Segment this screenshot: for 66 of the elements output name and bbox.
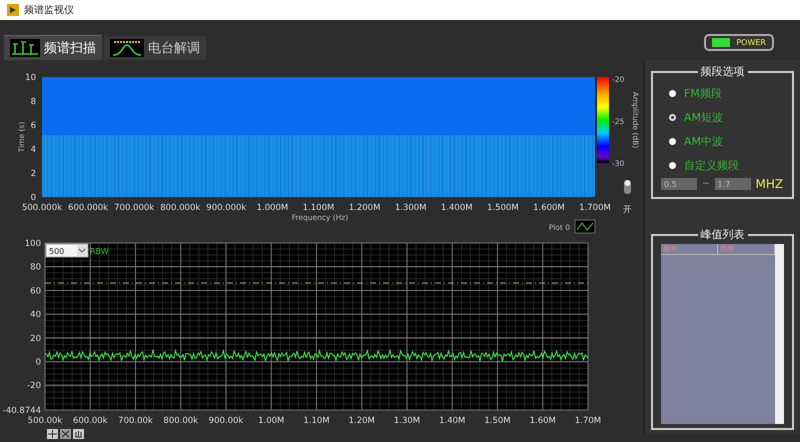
option-label: AM短波 <box>684 110 724 124</box>
plot-legend-icon <box>574 220 596 234</box>
axis-tick-label: 1.00M <box>258 416 284 426</box>
axis-tick-label: 600.000k <box>68 203 108 213</box>
option-label: 自定义频段 <box>684 158 739 172</box>
axis-tick-label: 500.000k <box>22 203 62 213</box>
axis-tick-label: 0 <box>36 358 41 368</box>
axis-tick-label: 1.70M <box>574 416 602 426</box>
axis-tick-label: 500.00k <box>28 416 62 426</box>
zoom-tool-icon[interactable] <box>47 429 58 439</box>
axis-tick-label: 20 <box>30 334 41 344</box>
axis-tick-label: 8 <box>30 97 36 107</box>
axis-tick-label: 1.60M <box>530 416 556 426</box>
axis-tick-label: 1.30M <box>394 416 420 426</box>
axis-tick-label: 6 <box>30 121 36 131</box>
axis-tick-label: 1.600M <box>533 203 565 213</box>
power-button[interactable]: POWER <box>704 34 774 50</box>
range-separator: ~ <box>702 179 710 189</box>
cursor-tool-icon[interactable] <box>60 429 71 439</box>
axis-tick-label: 1.100M <box>302 203 334 213</box>
axis-tick-label: 700.00k <box>118 416 153 426</box>
axis-tick-label: 1.50M <box>484 416 511 426</box>
axis-tick-label: 600.00k <box>72 416 108 426</box>
rbw-label: RBW <box>90 247 109 256</box>
axis-tick-label: 1.700M <box>579 203 611 213</box>
radio-button[interactable] <box>669 138 676 144</box>
axis-tick-label: -40.8744 <box>2 406 41 416</box>
axis-tick-label: 4 <box>30 145 36 155</box>
axis-tick-label: 900.00k <box>208 416 244 426</box>
axis-tick-label: 1.10M <box>303 416 330 426</box>
rbw-dropdown[interactable]: 500 <box>46 244 88 258</box>
axis-tick-label: 900.000k <box>206 203 246 213</box>
axis-tick-label: 800.000k <box>160 203 200 213</box>
axis-tick-label: 2 <box>30 169 36 179</box>
axis-tick-label: 1.500M <box>487 203 519 213</box>
tab[interactable]: 频谱扫描 <box>4 35 102 60</box>
window-title: 频谱监视仪 <box>24 4 74 17</box>
toggle-switch[interactable] <box>624 180 631 194</box>
radio-button[interactable] <box>669 90 676 96</box>
option-label: FM频段 <box>684 86 722 100</box>
scrollbar[interactable] <box>775 244 784 424</box>
switch-label: 开 <box>623 205 632 215</box>
axis-tick-label: 800.00k <box>163 416 198 426</box>
axis-tick-label: 40 <box>30 310 41 320</box>
spectrum-bars-icon <box>10 39 40 57</box>
axis-tick-label: 1.300M <box>394 203 426 213</box>
group-title: 峰值列表 <box>700 227 746 242</box>
unit-label: MHZ <box>756 177 784 191</box>
axis-tick-label: 100 <box>24 239 41 249</box>
option-label: AM中波 <box>684 134 724 148</box>
axis-tick-label: 1.200M <box>348 203 380 213</box>
axis-tick-label: 0 <box>30 193 36 203</box>
axis-tick-label: 60 <box>30 286 41 296</box>
axis-tick-label: 700.000k <box>114 203 154 213</box>
radio-button[interactable] <box>669 114 676 120</box>
axis-tick-label: 1.40M <box>439 416 466 426</box>
axis-tick-label: 1.400M <box>440 203 473 213</box>
axis-tick-label: 1.000M <box>256 203 288 213</box>
axis-tick-label: 80 <box>30 262 41 273</box>
axis-tick-label: 10 <box>25 73 36 83</box>
radio-button[interactable] <box>669 162 676 168</box>
axis-tick-label: 1.20M <box>348 416 375 426</box>
tab[interactable]: 电台解调 <box>104 36 206 60</box>
group-title: 频段选项 <box>700 64 746 79</box>
axis-tick-label: -20 <box>27 381 41 392</box>
app-icon <box>7 4 19 16</box>
